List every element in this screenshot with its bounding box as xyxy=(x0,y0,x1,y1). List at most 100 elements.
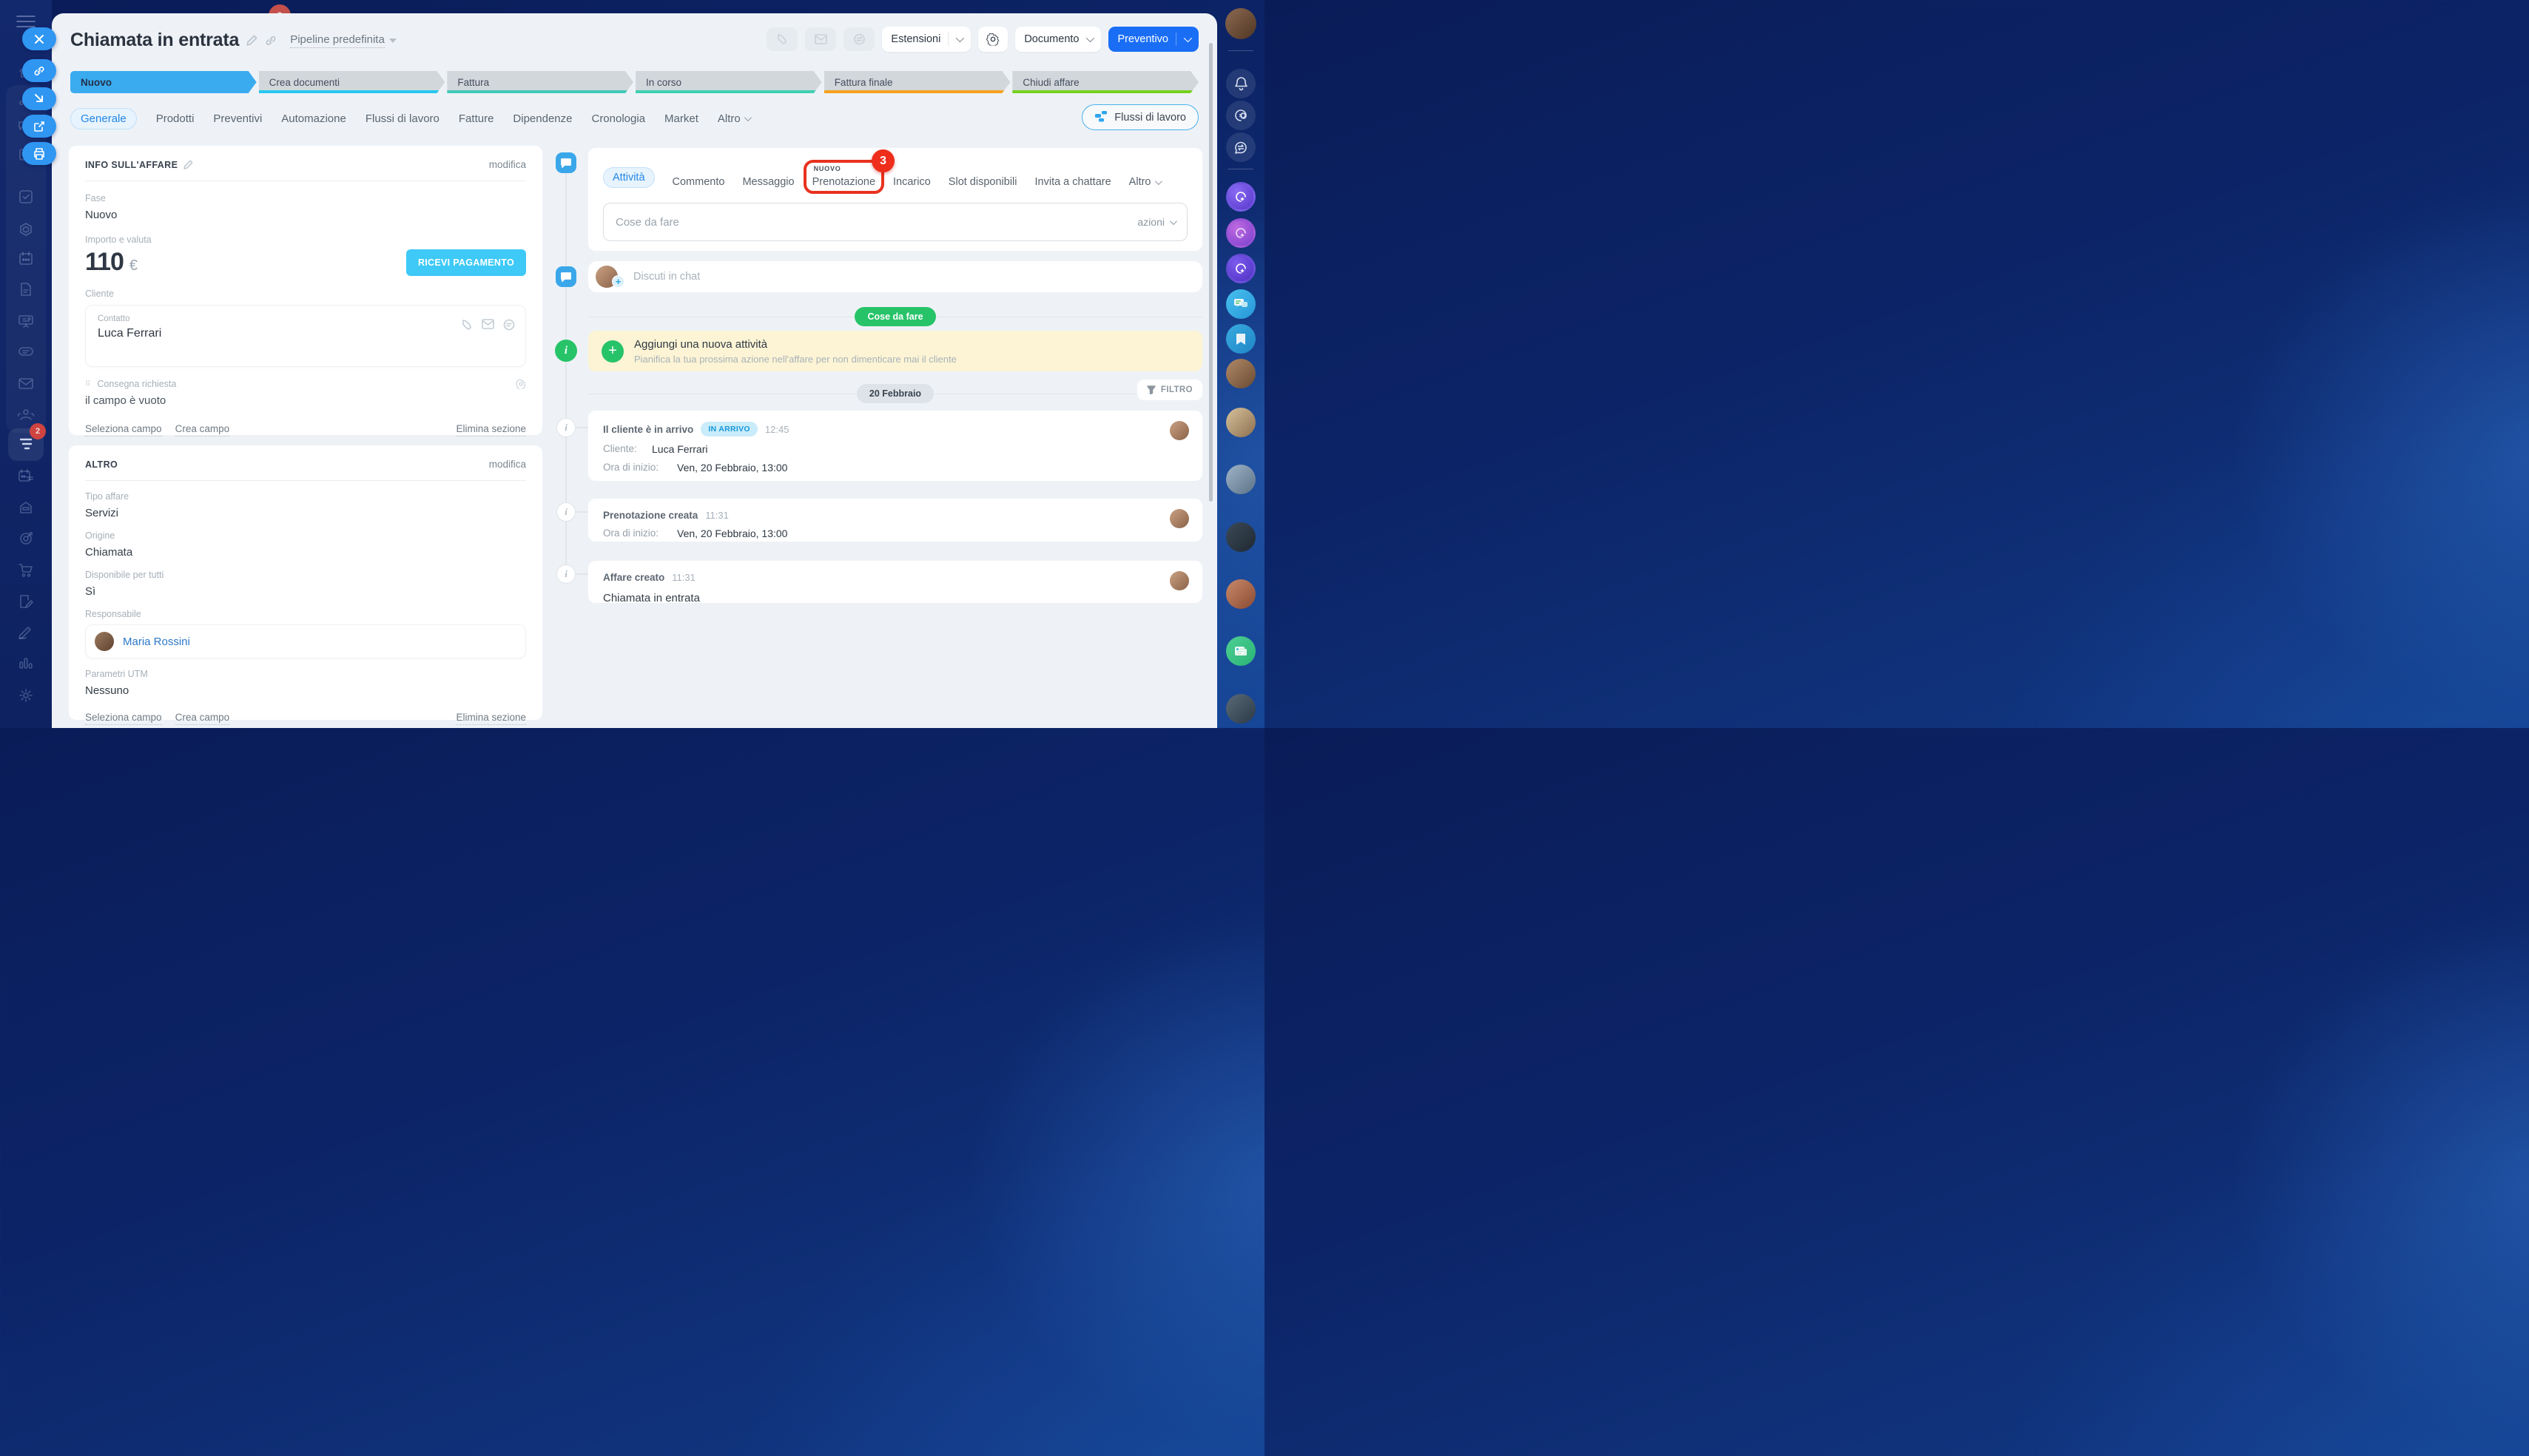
avatar[interactable] xyxy=(1226,694,1256,724)
actions-dropdown[interactable]: azioni xyxy=(1137,216,1175,228)
print-button[interactable] xyxy=(22,142,56,165)
email-contact-icon[interactable] xyxy=(482,319,494,331)
edit-pencil-icon[interactable] xyxy=(183,160,193,169)
add-activity-banner[interactable]: + Aggiungi una nuova attività Pianifica … xyxy=(588,331,1202,371)
tab-dipendenze[interactable]: Dipendenze xyxy=(513,112,572,125)
responsible-card[interactable]: Maria Rossini xyxy=(85,624,526,658)
modify-link[interactable]: modifica xyxy=(489,159,526,170)
add-participant-icon[interactable]: + xyxy=(612,275,624,288)
stage-nuovo[interactable]: Nuovo xyxy=(70,71,257,93)
quote-button[interactable]: Preventivo xyxy=(1108,27,1199,52)
products-hexagon-icon[interactable] xyxy=(0,222,52,237)
bookmark-icon[interactable] xyxy=(1226,324,1256,354)
scrollbar-thumb[interactable] xyxy=(1209,43,1213,502)
notes-edit-icon[interactable] xyxy=(0,594,52,609)
documents-icon[interactable] xyxy=(0,282,52,297)
select-field-link[interactable]: Seleziona campo xyxy=(85,423,162,437)
todo-input[interactable] xyxy=(616,216,1137,229)
calendar-icon[interactable] xyxy=(0,252,52,266)
tab-preventivi[interactable]: Preventivi xyxy=(213,112,262,125)
presentation-icon[interactable] xyxy=(0,314,52,328)
create-field-link[interactable]: Crea campo xyxy=(175,423,230,437)
tasks-check-icon[interactable] xyxy=(0,189,52,204)
chat-input[interactable] xyxy=(633,271,1195,283)
call-contact-icon[interactable] xyxy=(461,319,473,331)
chat-bar[interactable]: + xyxy=(588,261,1202,292)
chat-transfer-icon[interactable] xyxy=(1226,132,1256,162)
pipeline-selector[interactable]: Pipeline predefinita xyxy=(290,33,397,48)
avatar[interactable] xyxy=(1226,359,1256,388)
close-panel-button[interactable] xyxy=(22,27,56,50)
team-chat-icon[interactable] xyxy=(1226,289,1256,319)
edit-title-icon[interactable] xyxy=(246,35,257,46)
document-button[interactable]: Documento xyxy=(1015,27,1101,52)
notifications-bell-icon[interactable] xyxy=(1226,69,1256,98)
copy-link-button[interactable] xyxy=(22,59,56,82)
field-settings-gear-icon[interactable] xyxy=(516,379,526,389)
tab-automazione[interactable]: Automazione xyxy=(281,112,346,125)
avatar[interactable] xyxy=(1226,408,1256,437)
responsible-name-link[interactable]: Maria Rossini xyxy=(123,636,190,648)
feed-tab-altro[interactable]: Altro xyxy=(1129,176,1160,188)
profile-avatar[interactable] xyxy=(1225,8,1256,39)
avatar[interactable] xyxy=(1226,579,1256,609)
forward-button[interactable] xyxy=(22,87,56,110)
tab-generale[interactable]: Generale xyxy=(70,108,137,129)
link-icon[interactable] xyxy=(265,35,277,47)
app-icon-purple[interactable] xyxy=(1226,182,1256,212)
signature-pen-icon[interactable] xyxy=(0,626,52,639)
tab-cronologia[interactable]: Cronologia xyxy=(591,112,645,125)
feed-tab-invita-a-chattare[interactable]: Invita a chattare xyxy=(1035,176,1111,188)
open-external-button[interactable] xyxy=(22,115,56,138)
avatar[interactable] xyxy=(1226,522,1256,552)
custom-field-value[interactable]: il campo è vuoto xyxy=(85,394,526,407)
stage-fattura-finale[interactable]: Fattura finale xyxy=(824,71,1011,93)
tab-prodotti[interactable]: Prodotti xyxy=(156,112,195,125)
todo-input-box[interactable]: azioni xyxy=(603,203,1188,241)
bookings-calendar-icon[interactable] xyxy=(0,469,52,484)
feed-tab-slot-disponibili[interactable]: Slot disponibili xyxy=(949,176,1017,188)
news-icon[interactable] xyxy=(1226,636,1256,666)
hamburger-menu-icon[interactable] xyxy=(16,15,36,28)
mail-icon[interactable] xyxy=(0,377,52,390)
contact-name[interactable]: Luca Ferrari xyxy=(98,327,513,340)
avatar[interactable] xyxy=(1226,465,1256,494)
contact-card[interactable]: Contatto Luca Ferrari xyxy=(85,305,526,367)
modify-link[interactable]: modifica xyxy=(489,459,526,470)
create-field-link[interactable]: Crea campo xyxy=(175,712,230,725)
event-card[interactable]: Affare creato 11:31 Chiamata in entrata xyxy=(588,561,1202,603)
analytics-bars-icon[interactable] xyxy=(0,656,52,670)
plus-icon[interactable]: + xyxy=(602,340,624,363)
stage-in-corso[interactable]: In corso xyxy=(636,71,822,93)
target-icon[interactable] xyxy=(0,531,52,546)
stage-crea-documenti[interactable]: Crea documenti xyxy=(259,71,445,93)
feed-tab-incarico[interactable]: Incarico xyxy=(893,176,931,188)
app-icon-purple[interactable] xyxy=(1226,218,1256,248)
drag-handle-icon[interactable]: ⠿ xyxy=(85,380,91,388)
select-field-link[interactable]: Seleziona campo xyxy=(85,712,162,725)
workflows-button[interactable]: Flussi di lavoro xyxy=(1082,104,1199,130)
feed-tab-messaggio[interactable]: Messaggio xyxy=(742,176,794,188)
delete-section-link[interactable]: Elimina sezione xyxy=(456,423,526,437)
event-card[interactable]: Prenotazione creata 11:31 Ora di inizio:… xyxy=(588,499,1202,542)
receive-payment-button[interactable]: RICEVI PAGAMENTO xyxy=(406,249,526,276)
tab-market[interactable]: Market xyxy=(664,112,698,125)
settings-gear-icon[interactable] xyxy=(0,688,52,703)
todo-pill[interactable]: Cose da fare xyxy=(855,307,935,326)
drive-icon[interactable] xyxy=(0,345,52,358)
cart-icon[interactable] xyxy=(0,563,52,578)
stats-filter-icon[interactable] xyxy=(0,438,52,450)
stage-fattura[interactable]: Fattura xyxy=(447,71,633,93)
feed-tab-prenotazione[interactable]: Prenotazione xyxy=(812,176,875,188)
contacts-icon[interactable] xyxy=(0,408,52,421)
archive-icon[interactable] xyxy=(0,501,52,514)
settings-gear-button[interactable] xyxy=(978,27,1008,52)
ai-swirl-icon[interactable] xyxy=(1226,101,1256,130)
feed-tab-commento[interactable]: Commento xyxy=(673,176,725,188)
tab-fatture[interactable]: Fatture xyxy=(459,112,494,125)
tab-flussi-di-lavoro[interactable]: Flussi di lavoro xyxy=(366,112,440,125)
app-icon-purple[interactable] xyxy=(1226,254,1256,283)
event-card[interactable]: Il cliente è in arrivo IN ARRIVO 12:45 C… xyxy=(588,411,1202,481)
tab-altro[interactable]: Altro xyxy=(718,112,750,125)
chat-contact-icon[interactable] xyxy=(503,319,515,331)
